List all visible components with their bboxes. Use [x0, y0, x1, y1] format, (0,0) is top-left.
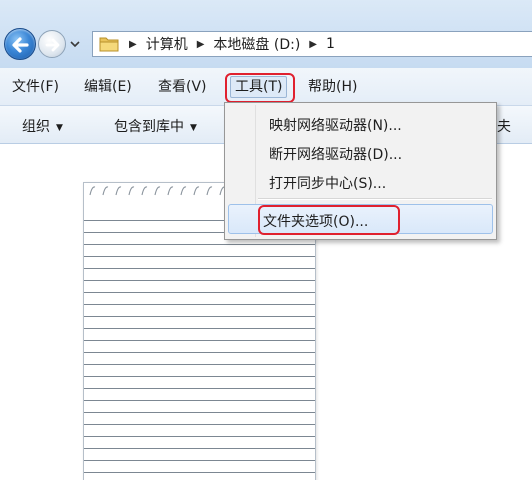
- menu-edit[interactable]: 编辑(E): [84, 76, 132, 98]
- organize-label: 组织: [22, 119, 50, 135]
- menu-view[interactable]: 查看(V): [158, 76, 207, 98]
- back-arrow-icon: [12, 37, 29, 53]
- address-box[interactable]: ▶ 计算机 ▶ 本地磁盘 (D:) ▶ 1: [92, 31, 532, 57]
- menu-tools[interactable]: 工具(T): [230, 76, 288, 98]
- organize-button[interactable]: 组织 ▼: [22, 116, 63, 136]
- folder-options-item[interactable]: 文件夹选项(O)...: [263, 211, 368, 231]
- forward-button[interactable]: [38, 30, 66, 58]
- chevron-down-icon: [70, 41, 80, 48]
- partially-hidden-command-text: 夫: [497, 119, 511, 135]
- breadcrumb-arrow-icon[interactable]: ▶: [129, 39, 137, 50]
- map-network-drive-item[interactable]: 映射网络驱动器(N)...: [269, 115, 402, 135]
- caret-down-icon: ▼: [190, 123, 197, 133]
- breadcrumb-folder[interactable]: 1: [326, 36, 335, 52]
- folder-icon: [99, 37, 119, 52]
- address-bar-area: ▶ 计算机 ▶ 本地磁盘 (D:) ▶ 1: [0, 0, 532, 68]
- disconnect-network-drive-item[interactable]: 断开网络驱动器(D)...: [269, 144, 402, 164]
- recent-pages-dropdown[interactable]: [68, 38, 82, 50]
- include-in-library-button[interactable]: 包含到库中 ▼: [114, 116, 197, 136]
- forward-arrow-icon: [45, 38, 60, 52]
- caret-down-icon: ▼: [56, 123, 63, 133]
- menu-file[interactable]: 文件(F): [12, 76, 59, 98]
- menu-separator: [258, 198, 492, 200]
- breadcrumb-arrow-icon[interactable]: ▶: [197, 39, 205, 50]
- tools-dropdown-menu: 映射网络驱动器(N)... 断开网络驱动器(D)... 打开同步中心(S)...…: [224, 102, 497, 240]
- open-sync-center-item[interactable]: 打开同步中心(S)...: [269, 173, 386, 193]
- menu-help[interactable]: 帮助(H): [308, 76, 357, 98]
- breadcrumb-arrow-icon[interactable]: ▶: [309, 39, 317, 50]
- menu-bar: 文件(F) 编辑(E) 查看(V) 工具(T) 帮助(H): [0, 68, 532, 106]
- back-button[interactable]: [4, 28, 36, 60]
- breadcrumb-local-disk[interactable]: 本地磁盘 (D:): [213, 34, 300, 54]
- breadcrumb-computer[interactable]: 计算机: [146, 34, 188, 54]
- include-in-library-label: 包含到库中: [114, 119, 184, 135]
- notepad-ruled-lines: [84, 209, 315, 480]
